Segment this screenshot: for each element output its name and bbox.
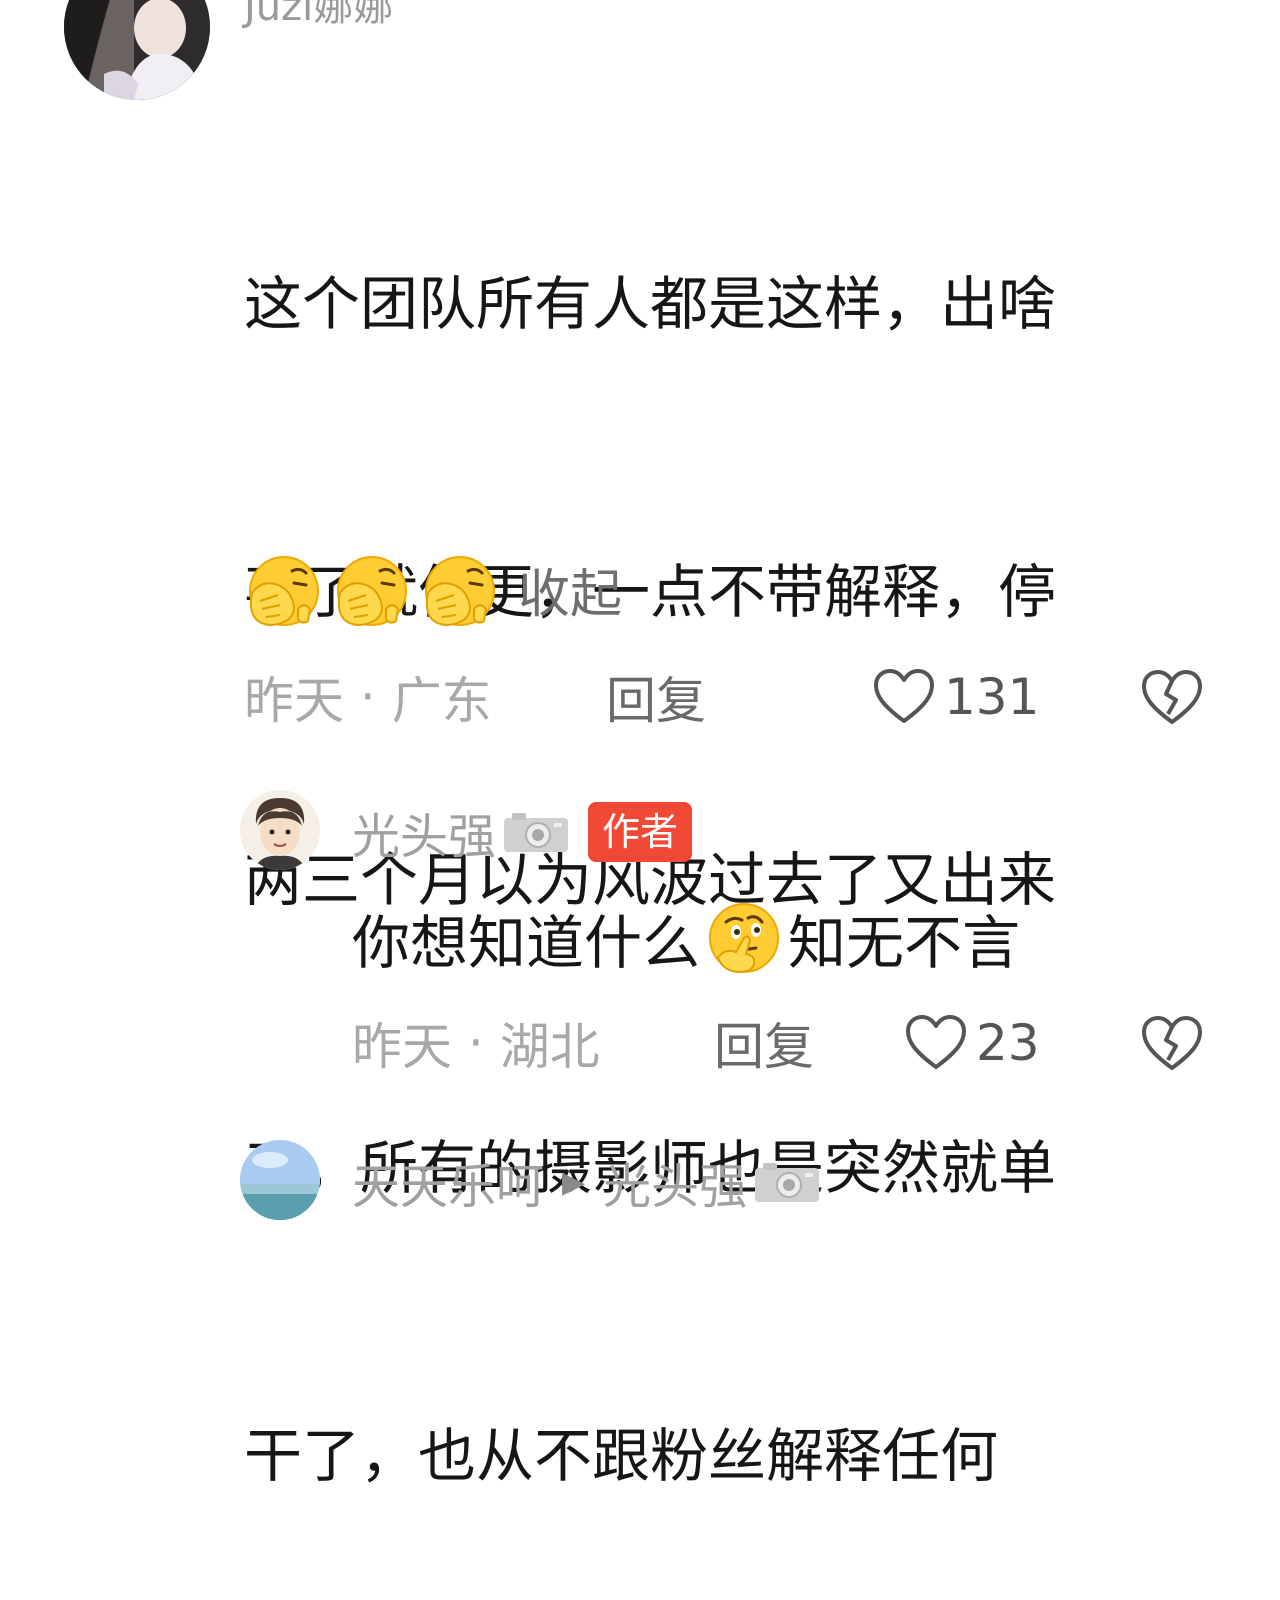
- reply-to-username[interactable]: 光头强: [603, 1147, 747, 1217]
- camera-icon: [504, 813, 569, 852]
- broken-heart-icon: [1142, 1016, 1202, 1070]
- dislike-button[interactable]: [1140, 668, 1204, 740]
- dislike-button[interactable]: [1140, 1014, 1204, 1086]
- comment-time: 昨天: [352, 1018, 452, 1076]
- like-count: 23: [976, 1014, 1040, 1072]
- comment-time: 昨天: [244, 672, 344, 730]
- avatar-photo: [240, 1140, 320, 1220]
- reply-header: 天天乐呵 ▶ 光头强: [352, 1146, 821, 1218]
- avatar[interactable]: [240, 790, 320, 870]
- comment-location: 湖北: [499, 1018, 600, 1076]
- avatar[interactable]: [240, 1140, 320, 1220]
- like-count: 131: [944, 668, 1040, 726]
- comment-line: 干了，也从不跟粉丝解释任何: [244, 1422, 999, 1490]
- comment-meta-row: 昨天 · 湖北 回复 23: [352, 1008, 1204, 1078]
- avatar-illustration: [240, 790, 320, 870]
- author-badge: 作者: [588, 802, 693, 862]
- reply-header: 光头强 作者: [352, 796, 693, 868]
- meta-separator: ·: [344, 668, 392, 726]
- facepalm-emoji-icon: [425, 556, 495, 626]
- heart-icon: [874, 669, 934, 723]
- comment-username[interactable]: 光头强: [352, 797, 496, 867]
- avatar-photo: [64, 0, 210, 100]
- broken-heart-icon: [1142, 670, 1202, 724]
- avatar[interactable]: [64, 0, 210, 100]
- like-button[interactable]: 23: [904, 1013, 1040, 1073]
- comment-text: 你想知道什么: [352, 909, 701, 977]
- comment-line: 这个团队所有人都是这样，出啥: [244, 270, 1057, 338]
- comment-text: 知无不言: [788, 909, 1021, 977]
- comment-body: 你想知道什么 知无不言: [352, 890, 1020, 986]
- like-button[interactable]: 131: [872, 667, 1039, 727]
- facepalm-emoji-icon: [337, 556, 407, 626]
- comment-emoji-row: 收起: [244, 546, 622, 632]
- comment-username[interactable]: 天天乐呵: [352, 1147, 544, 1217]
- reply-arrow-icon: ▶: [562, 1164, 586, 1200]
- comment-username[interactable]: Juzi娜娜: [244, 0, 393, 32]
- comment-meta-row: 昨天 · 广东 回复 131: [244, 662, 1204, 732]
- reply-button[interactable]: 回复: [606, 661, 706, 733]
- thinking-face-emoji-icon: [709, 903, 780, 974]
- meta-separator: ·: [452, 1014, 500, 1072]
- comment-location: 广东: [391, 672, 492, 730]
- reply-button[interactable]: 回复: [714, 1007, 814, 1079]
- facepalm-emoji-icon: [249, 556, 319, 626]
- collapse-button[interactable]: 收起: [518, 552, 622, 627]
- heart-icon: [906, 1015, 966, 1069]
- camera-icon: [755, 1163, 820, 1202]
